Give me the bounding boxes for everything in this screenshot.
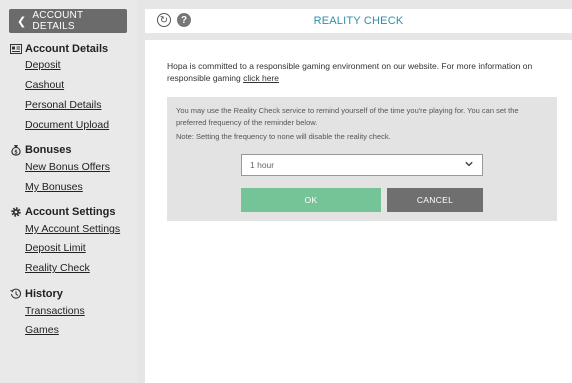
section-title-label: Bonuses bbox=[25, 144, 72, 156]
sidebar-item-games[interactable]: Games bbox=[25, 324, 59, 336]
section-title-label: History bbox=[25, 288, 63, 300]
ok-button[interactable]: OK bbox=[241, 188, 381, 212]
page-title: REALITY CHECK bbox=[313, 15, 404, 27]
panel-note: Note: Setting the frequency to none will… bbox=[176, 132, 391, 141]
ok-button-label: OK bbox=[304, 195, 318, 205]
id-card-icon bbox=[10, 43, 22, 55]
section-bonuses: $ Bonuses bbox=[10, 144, 71, 156]
back-button-label: ACCOUNT DETAILS bbox=[32, 10, 84, 32]
svg-text:$: $ bbox=[14, 149, 18, 155]
page-header: ↻ ? REALITY CHECK bbox=[145, 9, 572, 33]
history-clock-icon bbox=[10, 288, 22, 300]
intro-text: Hopa is committed to a responsible gamin… bbox=[167, 61, 533, 83]
sidebar-item-my-bonuses[interactable]: My Bonuses bbox=[25, 181, 83, 193]
responsible-gaming-link[interactable]: click here bbox=[243, 73, 279, 83]
sidebar-item-new-bonus-offers[interactable]: New Bonus Offers bbox=[25, 161, 110, 173]
sidebar-item-deposit-limit[interactable]: Deposit Limit bbox=[25, 242, 86, 254]
frequency-selected-value: 1 hour bbox=[250, 160, 275, 170]
sidebar-item-document-upload[interactable]: Document Upload bbox=[25, 119, 109, 131]
sidebar-item-deposit[interactable]: Deposit bbox=[25, 59, 61, 71]
frequency-select[interactable]: 1 hour bbox=[241, 154, 483, 176]
sidebar: ❮ ACCOUNT DETAILS Account Details Deposi… bbox=[0, 0, 137, 383]
back-to-account-details-button[interactable]: ❮ ACCOUNT DETAILS bbox=[9, 9, 127, 33]
reality-check-panel: You may use the Reality Check service to… bbox=[167, 97, 557, 221]
section-account-settings: Account Settings bbox=[10, 206, 115, 218]
chevron-down-icon bbox=[465, 161, 473, 167]
intro-text-block: Hopa is committed to a responsible gamin… bbox=[167, 60, 562, 84]
cancel-button-label: CANCEL bbox=[416, 195, 454, 205]
sidebar-item-cashout[interactable]: Cashout bbox=[25, 79, 64, 91]
sidebar-item-transactions[interactable]: Transactions bbox=[25, 305, 85, 317]
gear-icon bbox=[10, 206, 22, 218]
chevron-left-icon: ❮ bbox=[17, 15, 27, 28]
sidebar-item-personal-details[interactable]: Personal Details bbox=[25, 99, 101, 111]
section-title-label: Account Details bbox=[25, 43, 109, 55]
panel-description: You may use the Reality Check service to… bbox=[176, 106, 519, 127]
sidebar-item-reality-check[interactable]: Reality Check bbox=[25, 262, 90, 274]
section-account-details: Account Details bbox=[10, 43, 108, 55]
money-bag-icon: $ bbox=[10, 144, 22, 156]
main-content: Hopa is committed to a responsible gamin… bbox=[145, 40, 572, 383]
section-history: History bbox=[10, 288, 63, 300]
cancel-button[interactable]: CANCEL bbox=[387, 188, 483, 212]
section-title-label: Account Settings bbox=[25, 206, 116, 218]
sidebar-item-my-account-settings[interactable]: My Account Settings bbox=[25, 223, 120, 235]
